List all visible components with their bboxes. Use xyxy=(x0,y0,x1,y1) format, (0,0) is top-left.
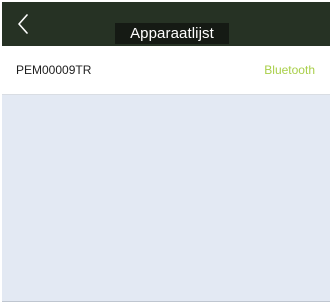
device-connection-type: Bluetooth xyxy=(264,63,315,77)
empty-list-area xyxy=(2,95,330,301)
chevron-left-icon xyxy=(18,14,28,34)
app-screen: Apparaatlijst PEM00009TR Bluetooth xyxy=(2,2,330,302)
device-list-item[interactable]: PEM00009TR Bluetooth xyxy=(2,46,330,95)
back-button[interactable] xyxy=(10,10,36,38)
header-bar: Apparaatlijst xyxy=(2,2,330,46)
device-name: PEM00009TR xyxy=(16,63,92,77)
page-title: Apparaatlijst xyxy=(115,23,229,44)
